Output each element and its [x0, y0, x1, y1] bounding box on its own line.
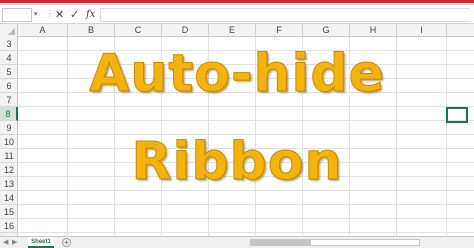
- name-box[interactable]: [2, 8, 32, 22]
- select-all-button[interactable]: [0, 24, 18, 37]
- row-header[interactable]: 15: [0, 205, 18, 219]
- name-box-dropdown-icon[interactable]: ▾: [34, 11, 38, 19]
- insert-function-icon[interactable]: fx: [86, 9, 95, 21]
- window-top-edge: [0, 0, 474, 5]
- column-header-f[interactable]: F: [256, 24, 303, 37]
- column-header-i[interactable]: I: [397, 24, 447, 37]
- headline-line-2: Ribbon: [131, 132, 343, 193]
- row-header-active[interactable]: 8: [0, 107, 18, 121]
- formula-bar-grip-icon: ⋮: [46, 9, 54, 18]
- formula-input[interactable]: [100, 8, 470, 22]
- scrollbar-thumb[interactable]: [251, 240, 311, 245]
- sheet-tab-bar: ◀ ▶ Sheet1 +: [0, 236, 474, 248]
- column-header-d[interactable]: D: [162, 24, 209, 37]
- cancel-icon[interactable]: ✕: [55, 9, 64, 21]
- column-headers: A B C D E F G H I: [0, 24, 474, 37]
- auto-hide-ribbon-accent-bar[interactable]: [0, 0, 474, 3]
- column-header-g[interactable]: G: [303, 24, 350, 37]
- row-header[interactable]: 16: [0, 219, 18, 233]
- enter-icon[interactable]: ✓: [70, 9, 79, 21]
- previous-sheet-icon[interactable]: ◀: [3, 238, 8, 247]
- column-header-b[interactable]: B: [68, 24, 115, 37]
- column-header-e[interactable]: E: [209, 24, 256, 37]
- active-cell-selection[interactable]: [446, 107, 468, 123]
- column-header-h[interactable]: H: [350, 24, 397, 37]
- column-header-j[interactable]: [447, 24, 474, 37]
- horizontal-scrollbar[interactable]: [250, 239, 420, 246]
- column-header-a[interactable]: A: [18, 24, 68, 37]
- column-header-c[interactable]: C: [115, 24, 162, 37]
- headline-line-1: Auto-hide: [89, 44, 385, 105]
- row-header[interactable]: 14: [0, 191, 18, 205]
- next-sheet-icon[interactable]: ▶: [12, 238, 17, 247]
- sheet-tab-sheet1[interactable]: Sheet1: [28, 237, 54, 248]
- formula-bar: ▾ ⋮ ✕ ✓ fx: [0, 6, 474, 24]
- add-sheet-icon[interactable]: +: [62, 238, 71, 247]
